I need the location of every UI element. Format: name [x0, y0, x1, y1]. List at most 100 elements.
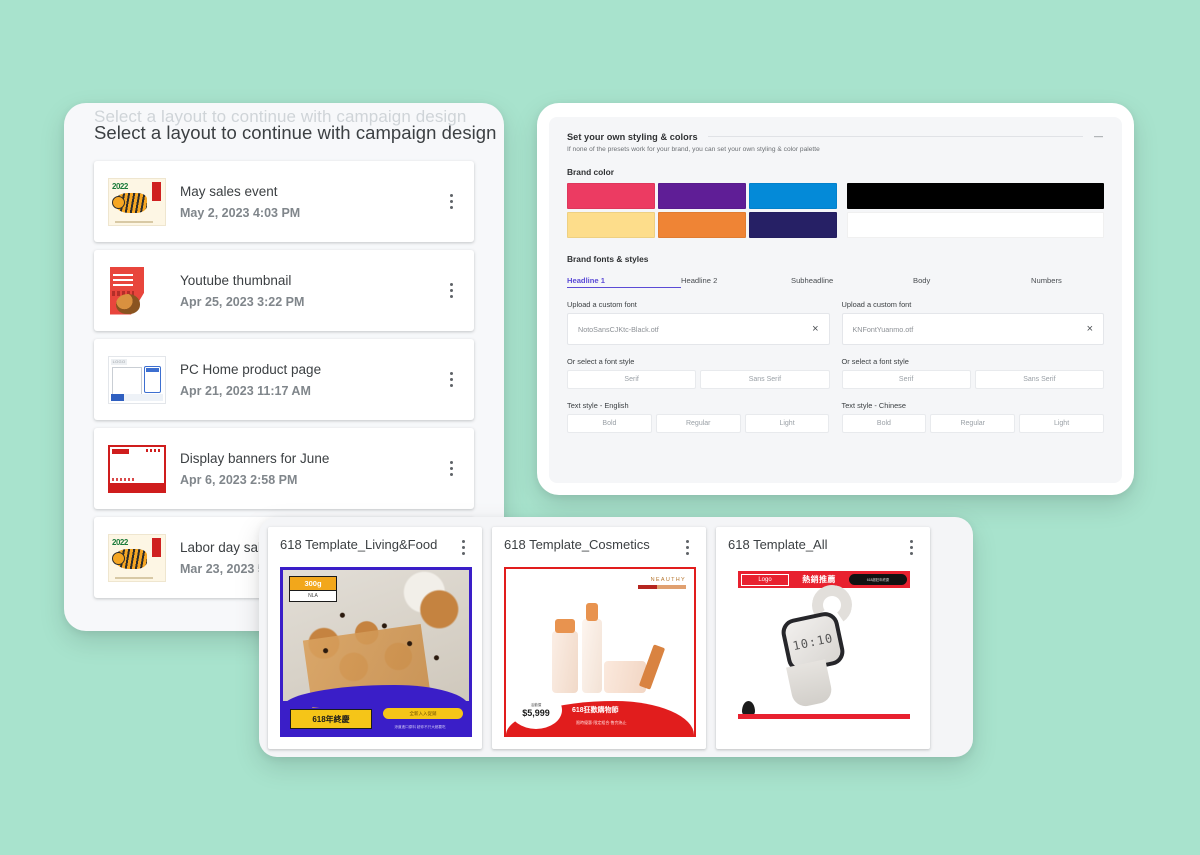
- black-white-swatches: [847, 183, 1104, 238]
- cta-button: 全新入入促銷: [383, 708, 463, 719]
- promo-badge: 618年終慶: [290, 709, 372, 729]
- list-item-text: Youtube thumbnail Apr 25, 2023 3:22 PM: [180, 273, 442, 309]
- cream-jar: [604, 661, 646, 693]
- template-card[interactable]: 618 Template_Cosmetics NEAUTHY 活動價 $5,99…: [492, 527, 706, 749]
- custom-font-field[interactable]: KNFontYuanmo.otf ×: [841, 313, 1104, 345]
- list-item-text: Display banners for June Apr 6, 2023 2:5…: [180, 451, 442, 487]
- price-bubble: 活動價 $5,999: [510, 691, 562, 729]
- list-item[interactable]: Display banners for June Apr 6, 2023 2:5…: [94, 428, 474, 509]
- weight-light-button[interactable]: Light: [1019, 414, 1104, 433]
- color-swatch-white[interactable]: [847, 212, 1104, 238]
- custom-font-field[interactable]: NotoSansCJKtc-Black.otf ×: [567, 313, 830, 345]
- list-item[interactable]: LOGO PC Home product page Apr 21, 2023 1…: [94, 339, 474, 420]
- text-weight-buttons: Bold Regular Light: [841, 414, 1105, 433]
- weight-bold-button[interactable]: Bold: [841, 414, 927, 433]
- weight-tag-sub: NLA: [289, 591, 337, 602]
- brand-color-grid: [567, 183, 837, 238]
- dropper-bottle: [582, 603, 602, 693]
- font-style-sans-serif-button[interactable]: Sans Serif: [700, 370, 830, 389]
- tab-headline-1[interactable]: Headline 1: [567, 276, 681, 288]
- styling-and-colors-panel: Set your own styling & colors — If none …: [537, 103, 1134, 495]
- food-cookies-poster: 300g NLA 618年終慶 全新入入促銷 涼道進口原料 超你不只大都要吃: [280, 567, 472, 737]
- weight-bold-button[interactable]: Bold: [567, 414, 652, 433]
- youtube-red-thumbnail: [108, 266, 166, 315]
- brand-underline: [638, 585, 686, 589]
- list-item-title: Youtube thumbnail: [180, 272, 292, 288]
- brand-name: NEAUTHY: [650, 577, 686, 583]
- price-value: $5,999: [522, 707, 550, 718]
- list-item[interactable]: 2022 May sales event May 2, 2023 4:03 PM: [94, 161, 474, 242]
- text-style-chinese-label: Text style - Chinese: [841, 401, 907, 410]
- font-style-serif-button[interactable]: Serif: [567, 370, 697, 389]
- template-card-title: 618 Template_Living&Food: [280, 537, 438, 552]
- close-icon[interactable]: ×: [1087, 323, 1093, 335]
- cosmetics-bottles-poster: NEAUTHY 活動價 $5,999 618狂歡購物節 限時優惠·限定組合·售完…: [504, 567, 696, 737]
- weight-tag: 300g NLA: [289, 576, 337, 602]
- font-column-english: Upload a custom font NotoSansCJKtc-Black…: [567, 288, 830, 433]
- list-item-text: PC Home product page Apr 21, 2023 11:17 …: [180, 362, 442, 398]
- list-item-date: May 2, 2023 4:03 PM: [180, 205, 301, 220]
- font-style-sans-serif-button[interactable]: Sans Serif: [974, 370, 1104, 389]
- kebab-menu-icon[interactable]: [442, 191, 460, 213]
- color-swatch[interactable]: [749, 183, 837, 209]
- select-font-style-label: Or select a font style: [841, 357, 909, 366]
- custom-font-value: KNFontYuanmo.otf: [852, 324, 914, 334]
- kebab-menu-icon[interactable]: [442, 458, 460, 480]
- color-swatch[interactable]: [567, 212, 655, 238]
- poster-bottom-bar: [738, 714, 910, 719]
- pc-home-page-thumbnail: LOGO: [108, 355, 166, 404]
- kebab-menu-icon[interactable]: [678, 536, 696, 558]
- upload-font-label: Upload a custom font: [567, 300, 637, 309]
- color-swatch[interactable]: [658, 183, 746, 209]
- watch-strap-bottom: [786, 659, 834, 709]
- tab-numbers[interactable]: Numbers: [1031, 276, 1062, 288]
- kebab-menu-icon[interactable]: [902, 536, 920, 558]
- template-card-title: 618 Template_Cosmetics: [504, 537, 650, 552]
- tiger-newyear-thumbnail: 2022: [108, 177, 166, 226]
- font-style-buttons: Serif Sans Serif: [841, 370, 1104, 389]
- weight-tag-value: 300g: [289, 576, 337, 591]
- kebab-menu-icon[interactable]: [442, 280, 460, 302]
- weight-regular-button[interactable]: Regular: [930, 414, 1016, 433]
- template-card-title: 618 Template_All: [728, 537, 828, 552]
- color-swatch-black[interactable]: [847, 183, 1104, 209]
- weight-light-button[interactable]: Light: [744, 414, 830, 433]
- color-swatch[interactable]: [658, 212, 746, 238]
- watch-time: 10:10: [791, 630, 835, 654]
- color-swatch[interactable]: [749, 212, 837, 238]
- tab-subheadline[interactable]: Subheadline: [791, 276, 913, 288]
- brand-color-label: Brand color: [567, 167, 614, 177]
- weight-regular-button[interactable]: Regular: [655, 414, 741, 433]
- brand-color-swatches: [567, 183, 1104, 238]
- upload-font-label: Upload a custom font: [841, 300, 912, 309]
- color-swatch[interactable]: [567, 183, 655, 209]
- poster-headline: 618狂歡購物節: [572, 707, 619, 714]
- section-title: Set your own styling & colors: [567, 131, 698, 142]
- poster-pill-badge: 618超狂年終慶: [849, 574, 907, 585]
- minimize-icon[interactable]: —: [1093, 131, 1104, 142]
- text-style-english-label: Text style - English: [567, 401, 629, 410]
- section-header: Set your own styling & colors —: [567, 131, 1104, 142]
- cta-subtext: 涼道進口原料 超你不只大都要吃: [394, 725, 446, 729]
- template-card[interactable]: 618 Template_All Logo 熱銷推薦 618超狂年終慶 10:1…: [716, 527, 930, 749]
- chocolate-crumbs: [291, 601, 461, 673]
- kebab-menu-icon[interactable]: [442, 369, 460, 391]
- list-item-date: Apr 25, 2023 3:22 PM: [180, 294, 305, 309]
- red-banner-thumbnail: [108, 444, 166, 493]
- brand-fonts-label: Brand fonts & styles: [567, 254, 649, 264]
- close-icon[interactable]: ×: [812, 323, 818, 335]
- kebab-menu-icon[interactable]: [454, 536, 472, 558]
- poster-headline: 熱銷推薦: [802, 575, 836, 584]
- list-item-title: May sales event: [180, 183, 278, 199]
- font-style-buttons: Serif Sans Serif: [567, 370, 830, 389]
- tab-body[interactable]: Body: [913, 276, 1031, 288]
- template-card-header: 618 Template_All: [728, 536, 920, 558]
- tab-headline-2[interactable]: Headline 2: [681, 276, 791, 288]
- list-item[interactable]: Youtube thumbnail Apr 25, 2023 3:22 PM: [94, 250, 474, 331]
- pump-bottle: [552, 619, 578, 693]
- font-style-serif-button[interactable]: Serif: [841, 370, 971, 389]
- templates-panel: 618 Template_Living&Food 300g NLA 618年終慶…: [259, 517, 973, 757]
- list-item-date: Apr 6, 2023 2:58 PM: [180, 472, 298, 487]
- list-item-title: Display banners for June: [180, 450, 330, 466]
- template-card[interactable]: 618 Template_Living&Food 300g NLA 618年終慶…: [268, 527, 482, 749]
